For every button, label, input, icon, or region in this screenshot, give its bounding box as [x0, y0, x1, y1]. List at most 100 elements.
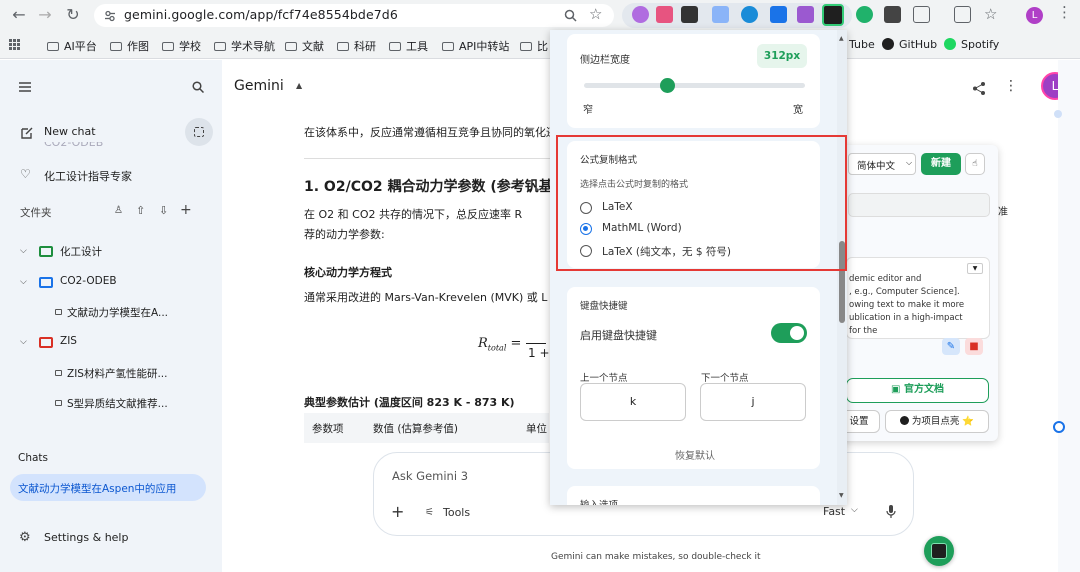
reload-icon[interactable]: ↻	[62, 4, 84, 26]
apps-icon[interactable]	[9, 39, 20, 50]
chevron-down-icon[interactable]: ⌵	[20, 246, 27, 256]
temporary-chat-button[interactable]	[185, 118, 213, 146]
mode-chevron-icon[interactable]: ⌵	[851, 505, 858, 515]
favorites-icon[interactable]: ☆	[984, 5, 997, 23]
settings-help-label[interactable]: Settings & help	[44, 531, 128, 544]
bookmark-folder[interactable]: 比	[520, 38, 548, 54]
extension-icon[interactable]	[884, 6, 901, 23]
sidebar: New chat CO2-ODEB ♡ 化工设计指导专家 文件夹 ♙ ⇧ ⇩ +…	[0, 60, 222, 572]
bookmark-folder[interactable]: AI平台	[47, 38, 97, 54]
extension-icon[interactable]	[797, 6, 814, 23]
expand-chevron-icon[interactable]: ▼	[967, 263, 983, 274]
active-chat-label: 文献动力学模型在Aspen中的应用	[18, 483, 177, 495]
menu-icon[interactable]: ⋮	[1057, 5, 1072, 20]
chevron-down-icon[interactable]: ⌵	[20, 337, 27, 347]
bookmark-youtube[interactable]: Tube	[849, 38, 875, 51]
back-icon[interactable]: ←	[8, 4, 30, 26]
folder-item[interactable]: CO2-ODEB	[60, 275, 117, 287]
bookmark-folder[interactable]: 作图	[110, 38, 149, 54]
new-chat-label[interactable]: New chat	[44, 125, 96, 138]
delete-icon[interactable]: ■	[965, 338, 983, 355]
active-chat-item[interactable]: 文献动力学模型在Aspen中的应用	[10, 474, 206, 501]
upload-icon[interactable]: ⇧	[136, 204, 145, 217]
more-options-icon[interactable]: ⋮	[1004, 79, 1018, 93]
docs-icon: ▣	[891, 384, 904, 395]
page-title[interactable]: Gemini	[234, 78, 284, 94]
prompt-card[interactable]: ▼ demic editor and , e.g., Computer Scie…	[846, 257, 990, 339]
input-options-title: 输入选项	[580, 497, 618, 505]
bookmark-github[interactable]: GitHub	[882, 38, 937, 51]
folder-item[interactable]: 化工设计	[60, 244, 102, 259]
folder-icon	[39, 246, 53, 257]
search-icon[interactable]	[192, 81, 204, 93]
hamburger-menu-icon[interactable]	[19, 82, 31, 92]
extension-icon[interactable]	[856, 6, 873, 23]
folder-chat-item[interactable]: 文献动力学模型在A...	[67, 305, 168, 320]
helper-fab[interactable]	[924, 536, 954, 566]
pin-icon[interactable]: ☝	[965, 153, 985, 175]
extension-icon[interactable]	[656, 6, 673, 23]
new-prompt-button[interactable]: 新建	[921, 153, 961, 175]
width-slider-thumb[interactable]	[660, 78, 676, 93]
mode-selector[interactable]: Fast	[823, 505, 845, 518]
reset-defaults-link[interactable]: 恢复默认	[675, 447, 715, 462]
gemini-helper-extension-icon[interactable]	[822, 4, 844, 26]
scroll-up-icon[interactable]: ▲	[839, 35, 844, 42]
folders-header: 文件夹	[20, 207, 52, 219]
star-project-button[interactable]: 为项目点亮 ⭐	[885, 410, 989, 433]
bookmark-star-icon[interactable]: ☆	[589, 5, 602, 23]
faded-chat-item[interactable]: CO2-ODEB	[44, 142, 103, 149]
chat-input-placeholder[interactable]: Ask Gemini 3	[392, 469, 468, 483]
bookmark-folder[interactable]: API中转站	[442, 38, 509, 54]
new-chat-icon[interactable]	[20, 126, 33, 139]
bookmark-folder[interactable]: 文献	[285, 38, 324, 54]
bookmark-folder[interactable]: 科研	[337, 38, 376, 54]
chat-doc-icon	[55, 370, 62, 376]
microphone-icon[interactable]	[886, 505, 896, 519]
docs-button[interactable]: ▣ 官方文档	[846, 378, 989, 403]
tools-icon: ⚟	[425, 507, 434, 518]
scroll-down-icon[interactable]: ▼	[839, 492, 844, 499]
gem-icon: ♡	[20, 167, 31, 181]
table-heading: 典型参数估计 (温度区间 823 K - 873 K)	[304, 396, 515, 409]
prompt-search-input[interactable]	[848, 193, 990, 217]
folder-icon	[337, 42, 349, 51]
width-slider-track[interactable]	[584, 83, 805, 88]
language-select[interactable]: 简体中文 ⌵	[848, 153, 916, 175]
add-attachment-icon[interactable]: +	[391, 502, 404, 521]
profile-avatar[interactable]: L	[1026, 7, 1043, 24]
bookmark-folder[interactable]: 学术导航	[214, 38, 275, 54]
extension-icon[interactable]	[741, 6, 758, 23]
model-dropdown-icon[interactable]: ▲	[296, 81, 302, 90]
shortcuts-toggle[interactable]	[771, 323, 807, 343]
forward-icon[interactable]: →	[34, 4, 56, 26]
folder-icon	[214, 42, 226, 51]
gem-item[interactable]: 化工设计指导专家	[44, 168, 132, 184]
extensions-puzzle-icon[interactable]	[913, 6, 930, 23]
extension-icon[interactable]	[632, 6, 649, 23]
bookmark-folder[interactable]: 学校	[162, 38, 201, 54]
extension-icon[interactable]	[712, 6, 729, 23]
address-bar[interactable]: gemini.google.com/app/fcf74e8554bde7d6 ☆	[94, 4, 614, 27]
scroll-marker[interactable]	[1053, 421, 1065, 433]
share-icon[interactable]	[973, 82, 985, 95]
chevron-down-icon[interactable]: ⌵	[20, 277, 27, 287]
folder-icon	[39, 277, 53, 288]
extension-icon[interactable]	[770, 6, 787, 23]
bookmark-folder[interactable]: 工具	[389, 38, 428, 54]
extension-icon[interactable]	[681, 6, 698, 23]
folder-item[interactable]: ZIS	[60, 335, 77, 347]
tools-label[interactable]: Tools	[443, 506, 470, 519]
edit-icon[interactable]: ✎	[942, 338, 960, 355]
zoom-icon[interactable]	[564, 9, 577, 22]
bookmark-spotify[interactable]: Spotify	[944, 38, 999, 51]
site-info-icon[interactable]	[104, 10, 116, 22]
share-folder-icon[interactable]: ♙	[114, 205, 123, 216]
folder-chat-item[interactable]: S型异质结文献推荐...	[67, 396, 168, 411]
download-icon[interactable]: ⇩	[159, 204, 168, 217]
add-folder-icon[interactable]: +	[180, 202, 192, 218]
translate-icon[interactable]	[954, 6, 971, 23]
next-node-key[interactable]: j	[700, 383, 806, 421]
folder-chat-item[interactable]: ZIS材料产氢性能研...	[67, 366, 167, 381]
prev-node-key[interactable]: k	[580, 383, 686, 421]
